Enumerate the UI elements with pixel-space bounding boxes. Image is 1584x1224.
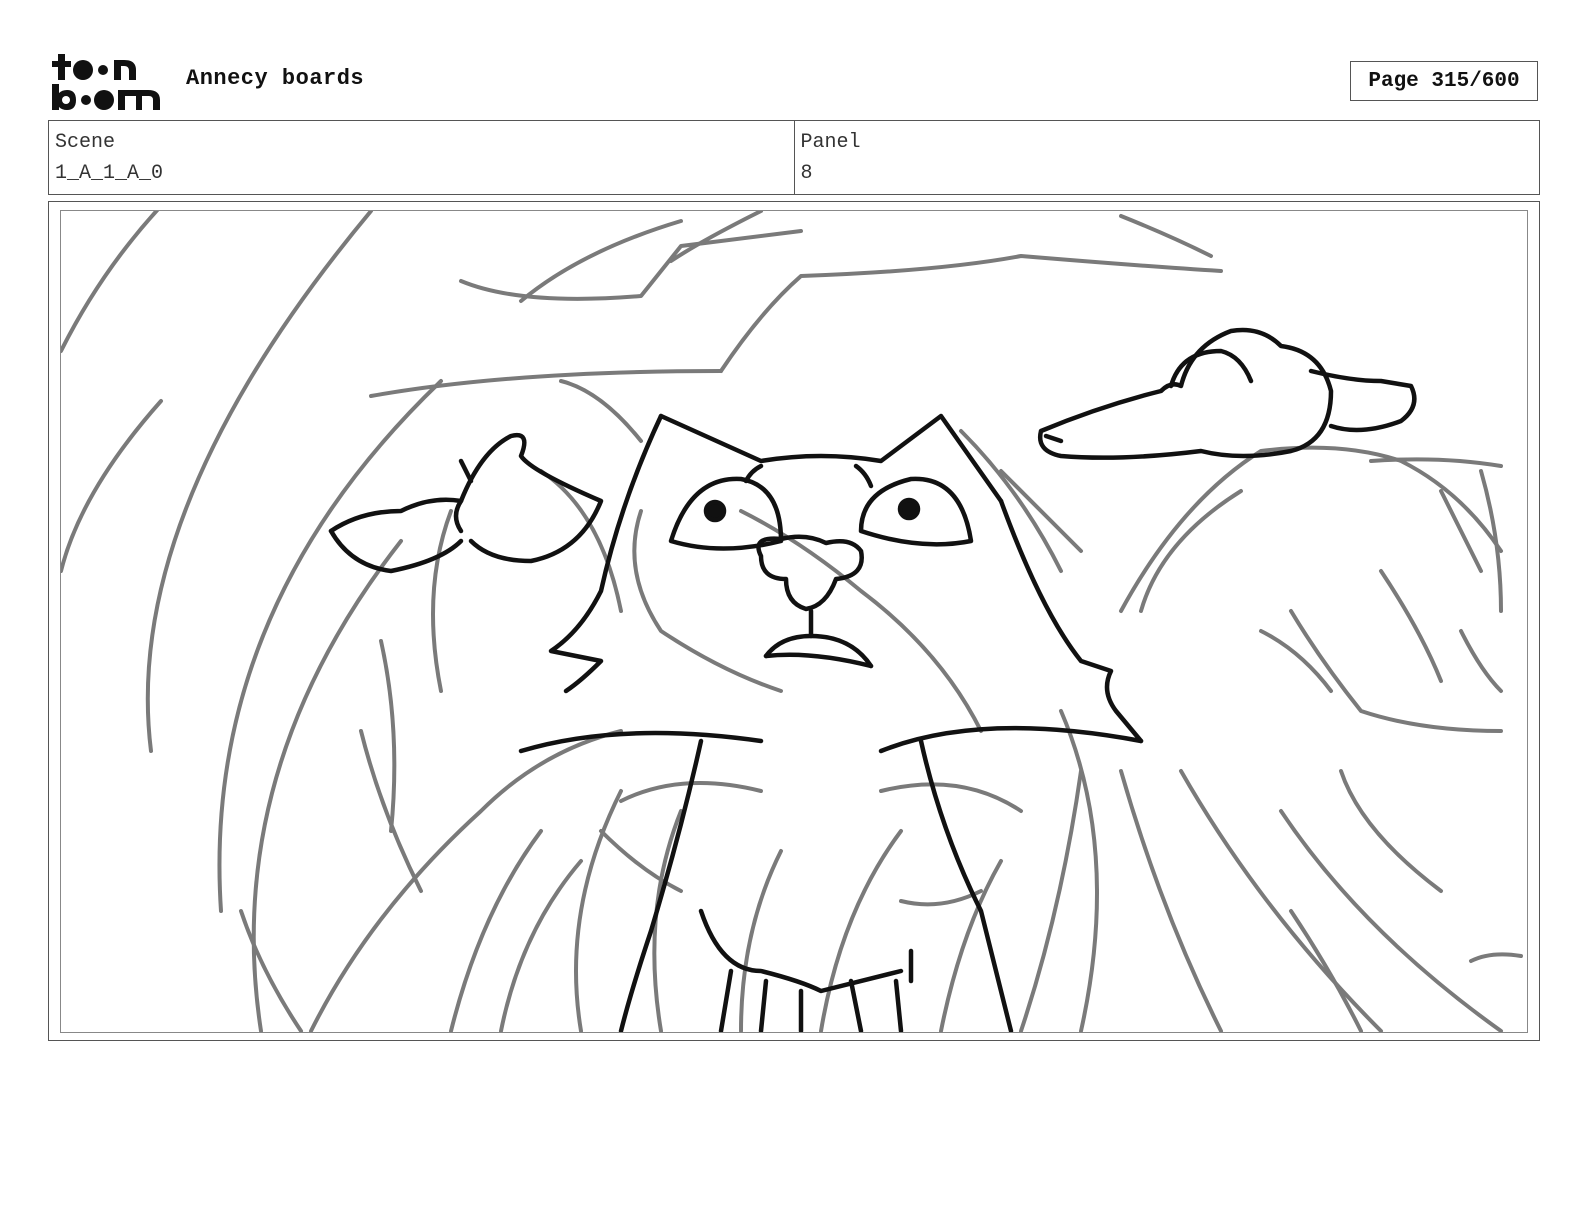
panel-label: Panel — [800, 131, 861, 154]
page-indicator: Page 315/600 — [1350, 61, 1538, 101]
toonboom-logo — [50, 50, 164, 112]
scene-value: 1_A_1_A_0 — [55, 162, 164, 185]
scene-cell: Scene 1_A_1_A_0 — [49, 121, 794, 194]
project-title: Annecy boards — [186, 66, 365, 91]
scene-label: Scene — [55, 131, 116, 154]
panel-value: 8 — [800, 162, 813, 185]
sketch-drawing — [61, 211, 1523, 1032]
ink-character-layer — [328, 327, 1417, 1032]
storyboard-panel-image — [60, 210, 1528, 1033]
rough-sketch-layer — [61, 211, 1523, 1032]
panel-cell: Panel 8 — [793, 121, 1540, 194]
scene-panel-info-table: Scene 1_A_1_A_0 Panel 8 — [48, 120, 1540, 195]
